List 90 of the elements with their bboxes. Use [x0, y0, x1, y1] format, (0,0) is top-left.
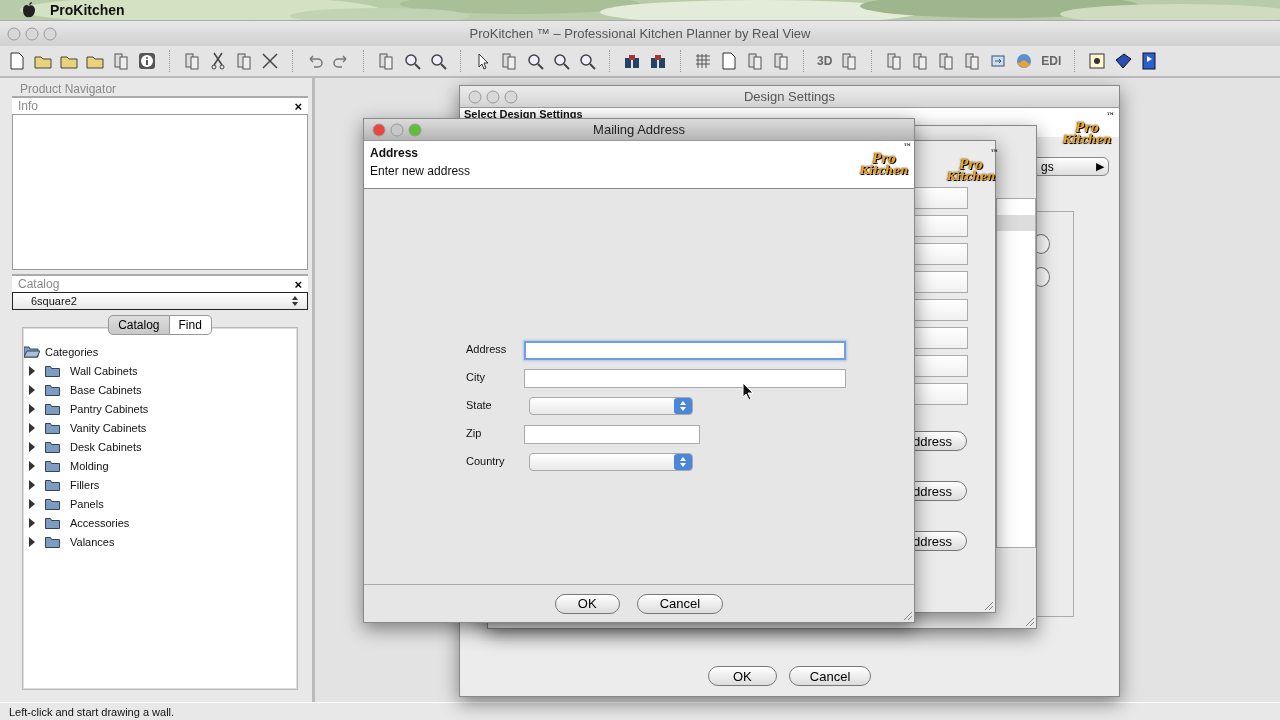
folder-icon — [45, 516, 61, 529]
logo: Pro Kitchen ™ — [945, 147, 1000, 185]
resize-grip-icon[interactable] — [1024, 616, 1034, 626]
expand-arrow-icon[interactable] — [28, 441, 36, 452]
folder-icon — [45, 459, 61, 472]
logo: Pro Kitchen ™ — [1061, 110, 1116, 148]
window-controls-icon[interactable] — [7, 26, 57, 41]
expand-arrow-icon[interactable] — [28, 403, 36, 414]
redo-icon[interactable] — [332, 52, 350, 70]
input-field[interactable] — [524, 341, 846, 360]
folder-icon — [45, 383, 61, 396]
binoculars-icon[interactable] — [623, 52, 641, 70]
stepper-icon — [674, 454, 692, 470]
window-title: Mailing Address — [592, 122, 686, 137]
close-button[interactable]: × — [294, 277, 302, 291]
folder-icon — [45, 535, 61, 548]
dropdown[interactable] — [529, 453, 693, 471]
mouse-pointer-icon — [742, 382, 754, 400]
undo-icon[interactable] — [306, 52, 324, 70]
logo: Pro Kitchen ™ — [858, 141, 913, 179]
expand-arrow-icon[interactable] — [28, 365, 36, 376]
tree-item[interactable]: Desk Cabinets — [70, 440, 142, 453]
info-icon[interactable] — [138, 52, 156, 70]
expand-arrow-icon[interactable] — [28, 422, 36, 433]
field-label: City — [466, 370, 486, 383]
field-label: State — [466, 398, 493, 411]
delete-icon[interactable] — [261, 52, 279, 70]
tree-item[interactable]: Pantry Cabinets — [70, 402, 149, 415]
stepper-icon — [291, 295, 299, 307]
folder-icon — [45, 440, 61, 453]
edit-button[interactable]: EDI — [1041, 54, 1062, 68]
ok-button[interactable]: OK — [708, 666, 777, 686]
panel-title: Info — [18, 99, 38, 113]
apple-icon[interactable] — [22, 2, 36, 18]
resize-grip-icon[interactable] — [902, 610, 912, 620]
window-title: ProKitchen ™ – Professional Kitchen Planner by Real View — [468, 26, 812, 41]
window-controls-icon[interactable] — [372, 122, 422, 137]
cut-icon[interactable] — [209, 52, 227, 70]
dialog-heading: Select Design Settings — [464, 109, 583, 120]
app-menu[interactable]: ProKitchen — [50, 2, 125, 18]
stepper-icon — [674, 398, 692, 414]
tab[interactable]: Find — [169, 315, 212, 335]
dropdown[interactable] — [529, 397, 693, 415]
folder-icon — [45, 364, 61, 377]
tree-item[interactable]: Valances — [70, 535, 115, 548]
dialog-heading: Address — [370, 146, 420, 160]
expand-arrow-icon[interactable] — [28, 517, 36, 528]
close-button[interactable]: × — [294, 99, 302, 113]
dialog-subheading: Enter new address — [370, 164, 471, 178]
expand-arrow-icon[interactable] — [28, 498, 36, 509]
ok-button[interactable]: OK — [554, 593, 620, 614]
page-icon[interactable] — [720, 52, 738, 70]
panel-title: Product Navigator — [19, 82, 118, 96]
folder-icon — [45, 421, 61, 434]
cancel-button[interactable]: Cancel — [636, 593, 724, 614]
folder-icon — [45, 478, 61, 491]
window-title: Design Settings — [742, 89, 837, 104]
panel-title: Catalog — [18, 277, 60, 291]
field-label: Address — [466, 342, 508, 355]
expand-arrow-icon[interactable] — [28, 384, 36, 395]
arrow-icon: ▶ — [1096, 160, 1104, 173]
new-file-icon[interactable] — [8, 52, 26, 70]
field-label: Country — [466, 454, 506, 467]
window-controls-icon[interactable] — [468, 89, 518, 104]
video-help-icon[interactable] — [1140, 52, 1159, 70]
expand-arrow-icon[interactable] — [28, 460, 36, 471]
view-3d-button[interactable]: 3D — [817, 54, 833, 68]
tree-item[interactable]: Base Cabinets — [70, 383, 142, 396]
status-text: Left-click and start drawing a wall. — [9, 705, 175, 718]
tree-item[interactable]: Molding — [70, 459, 109, 472]
zoom-icon[interactable] — [526, 52, 544, 70]
expand-arrow-icon[interactable] — [28, 479, 36, 490]
input-field[interactable] — [524, 369, 846, 388]
folder-icon — [45, 402, 61, 415]
tree-item[interactable]: Vanity Cabinets — [70, 421, 147, 434]
field-label: Zip — [466, 426, 483, 439]
cancel-button[interactable]: Cancel — [788, 666, 872, 686]
tree-item[interactable]: Accessories — [70, 516, 130, 529]
tab[interactable]: Catalog — [108, 315, 170, 335]
expand-arrow-icon[interactable] — [28, 536, 36, 547]
tree-item[interactable]: Categories — [45, 345, 99, 358]
tree-item[interactable]: Panels — [70, 497, 104, 510]
catalog-dropdown[interactable]: 6square2 — [12, 292, 308, 310]
tree-item[interactable]: Fillers — [70, 478, 100, 491]
resize-grip-icon[interactable] — [983, 600, 993, 610]
folder-icon — [45, 497, 61, 510]
input-field[interactable] — [524, 425, 700, 444]
grid-icon[interactable] — [694, 52, 712, 70]
tree-item[interactable]: Wall Cabinets — [70, 364, 138, 377]
copy-icon[interactable] — [183, 52, 201, 70]
